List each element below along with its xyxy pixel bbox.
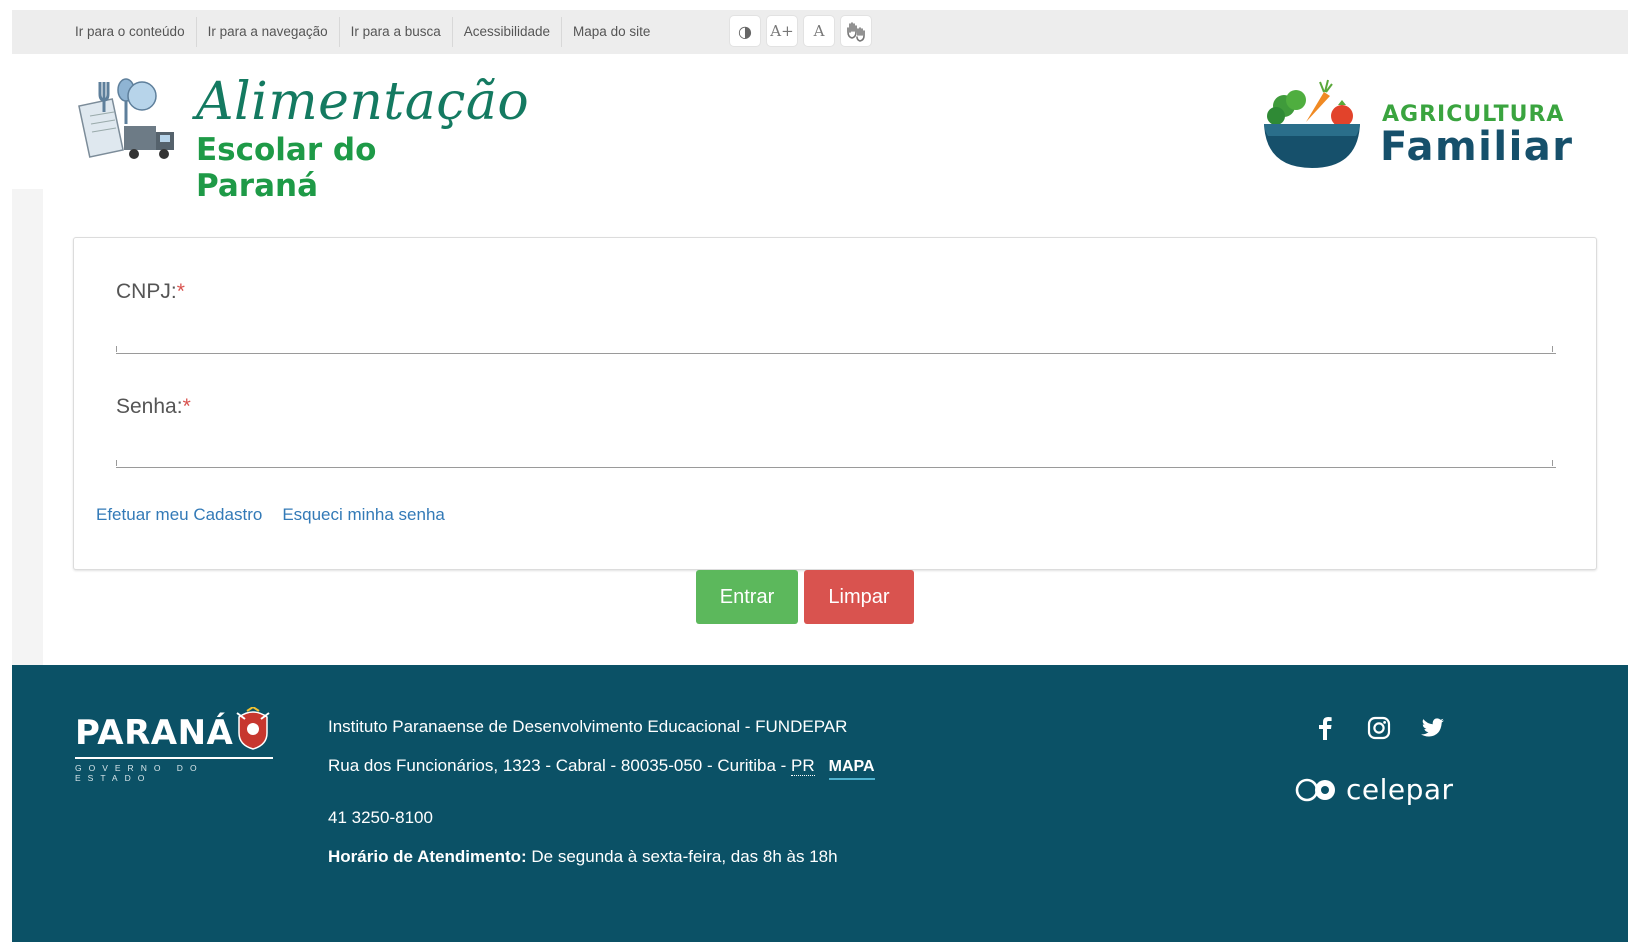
senha-input-tick-left [116,460,117,466]
address-text: Rua dos Funcionários, 1323 - Cabral - 80… [328,756,792,775]
libras-button[interactable] [841,16,871,46]
institute-name: Instituto Paranaense de Desenvolvimento … [328,717,848,736]
form-links: Efetuar meu Cadastro Esqueci minha senha [96,505,445,525]
accessibility-tools: ◑ A+ A [730,16,871,46]
footer: PARANÁ GOVERNO DO ESTADO Instituto Paran… [12,665,1628,942]
forgot-password-link[interactable]: Esqueci minha senha [282,505,445,525]
form-actions: Entrar Limpar [696,570,914,624]
page: Ir para o conteúdo Ir para a navegação I… [12,10,1628,942]
agricultura-familiar-logo[interactable]: AGRICULTURA Familiar [1262,76,1592,171]
font-reset-button[interactable]: A [804,16,834,46]
login-button[interactable]: Entrar [696,570,798,624]
accessibility-link[interactable]: Acessibilidade [453,17,563,47]
parana-logo-subtitle: GOVERNO DO ESTADO [75,763,204,783]
site-map-link[interactable]: Mapa do site [562,17,661,47]
senha-label-text: Senha: [116,395,183,418]
contrast-toggle-button[interactable]: ◑ [730,16,760,46]
required-mark: * [182,395,191,418]
senha-input[interactable] [116,435,1556,468]
twitter-icon[interactable] [1420,715,1446,741]
parana-government-logo[interactable]: PARANÁ GOVERNO DO ESTADO [75,707,275,783]
vegetables-bowl-icon [1264,79,1360,168]
font-increase-label: A+ [770,22,794,40]
cnpj-label-text: CNPJ: [116,280,177,303]
senha-input-tick-right [1552,460,1553,466]
opening-hours: Horário de Atendimento: De segunda à sex… [328,847,838,867]
required-mark: * [176,280,185,303]
celepar-symbol-icon [1295,778,1335,801]
main-left-gutter [12,189,43,665]
state-abbreviation: PR [791,756,815,776]
contrast-icon: ◑ [738,21,752,41]
cnpj-input-tick-right [1552,346,1553,352]
opening-hours-label: Horário de Atendimento: [328,847,527,866]
cnpj-input-tick-left [116,346,117,352]
font-reset-label: A [813,22,825,40]
clear-button[interactable]: Limpar [804,570,914,624]
skip-to-navigation-link[interactable]: Ir para a navegação [197,17,340,47]
font-increase-button[interactable]: A+ [767,16,797,46]
alimentacao-escolar-logo[interactable]: Alimentação Escolar do Paraná [78,72,529,204]
logo-familiar-text: Familiar [1380,124,1574,170]
address-line: Rua dos Funcionários, 1323 - Cabral - 80… [328,756,875,780]
skip-links: Ir para o conteúdo Ir para a navegação I… [64,10,661,54]
cnpj-label: CNPJ:* [116,280,185,304]
parana-logo-word: PARANÁ [75,713,234,753]
celepar-logo[interactable]: celepar [1294,773,1454,806]
facebook-icon[interactable] [1312,715,1338,741]
accessibility-bar: Ir para o conteúdo Ir para a navegação I… [12,10,1628,54]
senha-label: Senha:* [116,395,191,419]
libras-hands-icon [847,22,865,42]
phone-number: 41 3250-8100 [328,808,433,827]
cnpj-input[interactable] [116,321,1556,354]
register-link[interactable]: Efetuar meu Cadastro [96,505,262,525]
school-food-illustration-icon [78,78,174,159]
login-form-card: CNPJ:* Senha:* Efetuar meu Cadastro Esqu… [73,237,1597,570]
skip-to-search-link[interactable]: Ir para a busca [340,17,453,47]
parana-coat-of-arms-icon [236,707,270,750]
skip-to-content-link[interactable]: Ir para o conteúdo [64,17,197,47]
opening-hours-value: De segunda à sexta-feira, das 8h às 18h [526,847,838,866]
parana-logo-rule [75,757,273,759]
logo-title-line1: Alimentação [196,72,530,132]
logo-title-line2: Escolar do Paraná [196,132,377,204]
instagram-icon[interactable] [1366,715,1392,741]
social-links [1312,715,1446,741]
header: Alimentação Escolar do Paraná AGRICULTUR… [12,54,1628,204]
map-link[interactable]: MAPA [828,758,875,780]
celepar-text: celepar [1346,773,1454,806]
